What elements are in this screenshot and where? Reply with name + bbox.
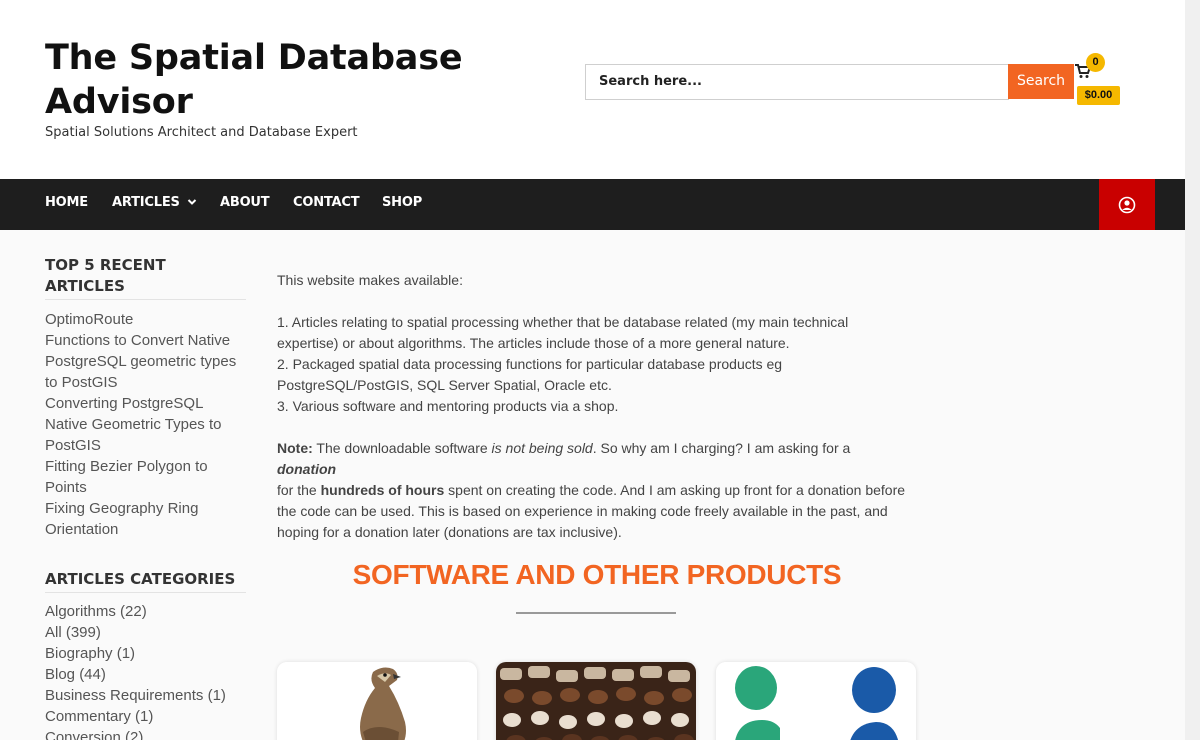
recent-article-link[interactable]: Native Geometric Types to	[45, 414, 255, 435]
scrollbar[interactable]	[1185, 0, 1200, 740]
category-link[interactable]: All (399)	[45, 622, 255, 643]
category-link[interactable]: Conversion (2)	[45, 727, 255, 740]
nav-shop[interactable]: SHOP	[382, 179, 422, 230]
site-tagline: Spatial Solutions Architect and Database…	[45, 125, 358, 140]
recent-article-link[interactable]: Converting PostgreSQL	[45, 393, 255, 414]
point-line: 2. Packaged spatial data processing func…	[277, 356, 783, 372]
user-account-button[interactable]	[1099, 179, 1155, 230]
nav-about[interactable]: ABOUT	[220, 179, 270, 230]
search-button[interactable]: Search	[1008, 64, 1074, 99]
category-link[interactable]: Business Requirements (1)	[45, 685, 255, 706]
cart-total-badge: $0.00	[1077, 86, 1120, 105]
point-line: 1. Articles relating to spatial processi…	[277, 314, 849, 330]
product-card[interactable]	[496, 662, 696, 740]
heading-divider	[516, 612, 676, 614]
recent-heading-line2: ARTICLES	[45, 277, 125, 295]
recent-article-link[interactable]: Fixing Geography Ring	[45, 498, 255, 519]
bird-image	[277, 662, 477, 740]
cart-count-badge: 0	[1086, 53, 1105, 72]
search-input[interactable]: Search here...	[585, 64, 1009, 100]
recent-article-link[interactable]: PostgreSQL geometric types	[45, 351, 255, 372]
note-paragraph: the code can be used. This is based on e…	[277, 503, 888, 519]
main-nav: HOME ARTICLES ABOUT CONTACT SHOP	[0, 179, 1185, 230]
site-header: The Spatial Database Advisor Spatial Sol…	[0, 0, 1185, 179]
recent-articles-list: OptimoRoute Functions to Convert Native …	[45, 309, 255, 540]
category-link[interactable]: Algorithms (22)	[45, 601, 255, 622]
recent-heading-line1: TOP 5 RECENT	[45, 256, 166, 274]
nav-articles-label: ARTICLES	[112, 195, 180, 210]
category-link[interactable]: Commentary (1)	[45, 706, 255, 727]
recent-article-link[interactable]: to PostGIS	[45, 372, 255, 393]
recent-article-link[interactable]: Points	[45, 477, 255, 498]
note-paragraph: for the hundreds of hours spent on creat…	[277, 482, 906, 498]
recent-article-link[interactable]: Functions to Convert Native	[45, 330, 255, 351]
point-line: 3. Various software and mentoring produc…	[277, 398, 619, 414]
site-title[interactable]: The Spatial Database Advisor	[45, 36, 515, 124]
nav-articles[interactable]: ARTICLES	[112, 179, 197, 230]
recent-article-link[interactable]: Orientation	[45, 519, 255, 540]
note-paragraph: Note: The downloadable software is not b…	[277, 440, 851, 477]
product-card[interactable]	[277, 662, 477, 740]
chevron-down-icon	[187, 199, 197, 205]
recent-article-link[interactable]: Fitting Bezier Polygon to	[45, 456, 255, 477]
product-card[interactable]	[716, 662, 916, 740]
recent-article-link[interactable]: OptimoRoute	[45, 309, 255, 330]
point-line: PostgreSQL/PostGIS, SQL Server Spatial, …	[277, 377, 612, 393]
note-label: Note:	[277, 440, 313, 456]
recent-article-link[interactable]: PostGIS	[45, 435, 255, 456]
intro-text: This website makes available:	[277, 272, 463, 288]
category-link[interactable]: Biography (1)	[45, 643, 255, 664]
note-paragraph: hoping for a donation later (donations a…	[277, 524, 622, 540]
categories-list: Algorithms (22) All (399) Biography (1) …	[45, 601, 255, 740]
category-link[interactable]: Blog (44)	[45, 664, 255, 685]
recent-articles-heading: TOP 5 RECENT ARTICLES	[45, 255, 246, 300]
chocolates-image	[496, 662, 696, 740]
nav-contact[interactable]: CONTACT	[293, 179, 360, 230]
products-heading: SOFTWARE AND OTHER PRODUCTS	[352, 559, 842, 590]
point-line: expertise) or about algorithms. The arti…	[277, 335, 790, 351]
main-content: This website makes available: 1. Article…	[277, 270, 907, 543]
user-icon	[1118, 196, 1136, 214]
nav-home[interactable]: HOME	[45, 179, 88, 230]
categories-heading: ARTICLES CATEGORIES	[45, 569, 246, 593]
mentoring-people-image	[716, 662, 916, 740]
